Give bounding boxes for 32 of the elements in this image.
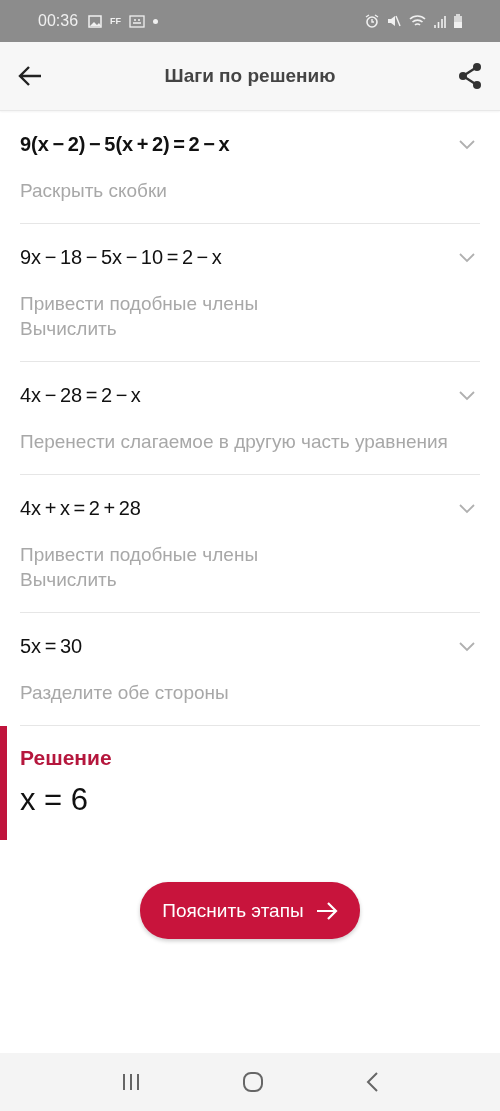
step-description: Раскрыть скобки [20, 179, 167, 203]
step-equation: 4x + x = 2 + 28 [20, 497, 141, 520]
step-equation: 9(x − 2) − 5(x + 2) = 2 − x [20, 133, 230, 156]
step-description: Привести подобные члены [20, 292, 259, 316]
step-description: Вычислить [20, 568, 118, 592]
step-equation: 9x − 18 − 5x − 10 = 2 − x [20, 246, 222, 269]
step-equation: 4x − 28 = 2 − x [20, 384, 141, 407]
wifi-icon [409, 14, 426, 28]
step-description: Разделите обе стороны [20, 681, 229, 705]
battery-icon [454, 14, 462, 28]
step-description: Перенести слагаемое в другую часть уравнения [20, 430, 448, 454]
status-time: 00:36 [38, 12, 79, 30]
dot-icon [153, 18, 159, 24]
home-icon[interactable] [242, 1071, 264, 1093]
notification-label: FF [110, 16, 122, 26]
recent-apps-icon[interactable] [120, 1073, 141, 1091]
alarm-icon [365, 14, 379, 28]
step-description: Вычислить [20, 317, 118, 341]
signal-icon [434, 14, 446, 28]
solution-answer: x = 6 [20, 782, 89, 818]
mute-icon [387, 14, 401, 28]
screen-title: Шаги по решению [163, 65, 337, 87]
back-arrow-icon[interactable] [18, 65, 42, 87]
image-icon [88, 14, 103, 28]
solution-heading: Решение [20, 746, 112, 770]
back-icon[interactable] [365, 1072, 380, 1092]
screen-icon [129, 14, 146, 28]
arrow-right-icon [315, 900, 338, 921]
share-icon[interactable] [458, 63, 482, 89]
step-description: Привести подобные члены [20, 543, 259, 567]
step-equation: 5x = 30 [20, 635, 83, 658]
explain-steps-button[interactable]: Пояснить этапы [140, 882, 360, 939]
